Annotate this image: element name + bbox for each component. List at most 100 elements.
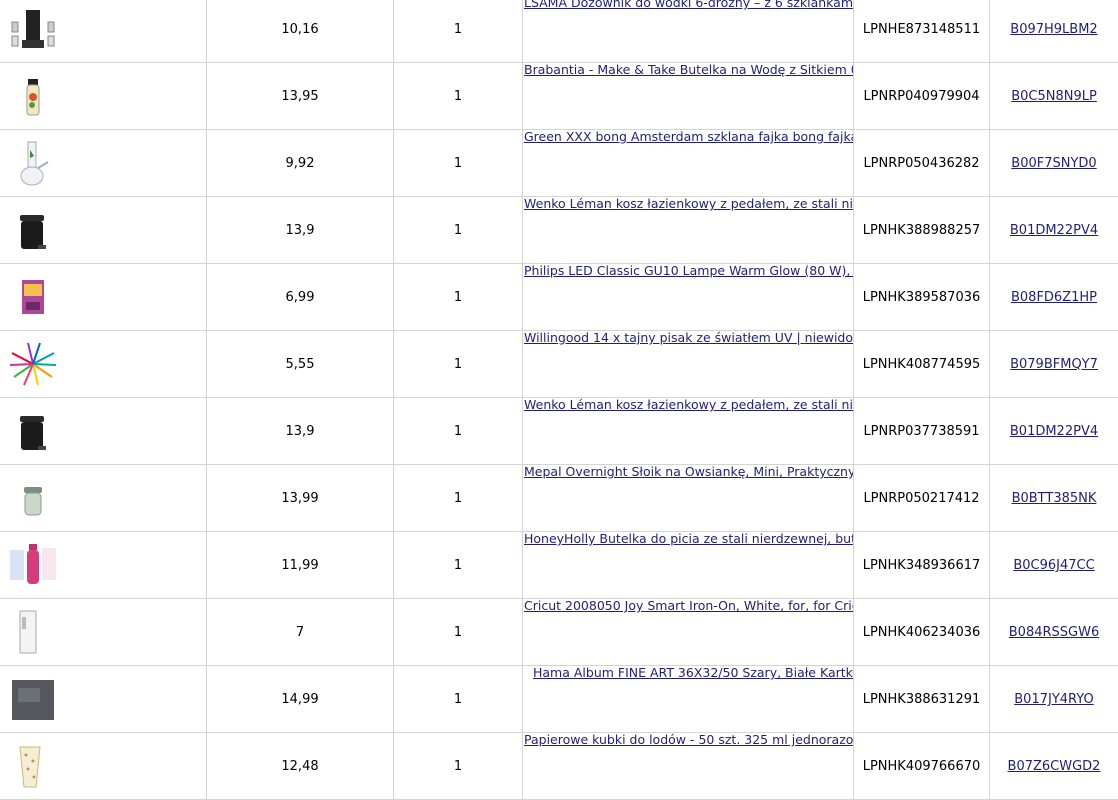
price-cell: 14,99 <box>207 666 394 733</box>
asin-cell: B0C96J47CC <box>990 532 1118 599</box>
product-title-link[interactable]: Papierowe kubki do lodów - 50 szt. 325 m… <box>524 733 853 747</box>
product-title-link[interactable]: Willingood 14 x tajny pisak ze światłem … <box>524 331 853 345</box>
title-cell: Mepal Overnight Słoik na Owsiankę, Mini,… <box>523 465 854 532</box>
lpn-cell: LPNRP040979904 <box>854 63 990 130</box>
product-title-link[interactable]: Philips LED Classic GU10 Lampe Warm Glow… <box>524 264 853 278</box>
table-row: 11,99 1 HoneyHolly Butelka do picia ze sta… <box>0 532 1118 599</box>
table-row: 13,9 1 Wenko Léman kosz łazienkowy z pedał… <box>0 398 1118 465</box>
product-image-cell <box>0 331 207 398</box>
product-image-cell <box>0 733 207 800</box>
lpn-cell: LPNHK408774595 <box>854 331 990 398</box>
asin-link[interactable]: B079BFMQY7 <box>1010 357 1098 372</box>
title-cell: HoneyHolly Butelka do picia ze stali nie… <box>523 532 854 599</box>
quantity-cell: 1 <box>394 264 523 331</box>
price-cell: 13,9 <box>207 197 394 264</box>
lpn-cell: LPNHK388988257 <box>854 197 990 264</box>
asin-cell: B07Z6CWGD2 <box>990 733 1118 800</box>
product-image-cell <box>0 465 207 532</box>
pens-icon <box>8 339 58 389</box>
cups-icon <box>8 741 58 791</box>
title-cell: Green XXX bong Amsterdam szklana fajka b… <box>523 130 854 197</box>
asin-cell: B08FD6Z1HP <box>990 264 1118 331</box>
product-title-link[interactable]: Green XXX bong Amsterdam szklana fajka b… <box>524 130 853 144</box>
price-cell: 13,9 <box>207 398 394 465</box>
asin-link[interactable]: B0BTT385NK <box>1012 491 1097 506</box>
quantity-cell: 1 <box>394 465 523 532</box>
price-cell: 10,16 <box>207 0 394 63</box>
quantity-cell: 1 <box>394 666 523 733</box>
asin-link[interactable]: B0C5N8N9LP <box>1011 89 1097 104</box>
product-title-link[interactable]: HoneyHolly Butelka do picia ze stali nie… <box>524 532 853 546</box>
product-image-cell <box>0 0 207 63</box>
title-cell: Wenko Léman kosz łazienkowy z pedałem, z… <box>523 197 854 264</box>
dispenser-icon <box>8 4 58 54</box>
product-image-cell <box>0 599 207 666</box>
lpn-cell: LPNHK406234036 <box>854 599 990 666</box>
product-title-link[interactable]: Hama Album FINE ART 36X32/50 Szary, Biał… <box>533 666 853 680</box>
asin-cell: B079BFMQY7 <box>990 331 1118 398</box>
table-row: 7 1 Cricut 2008050 Joy Smart Iron-On, Whit… <box>0 599 1118 666</box>
quantity-cell: 1 <box>394 130 523 197</box>
product-image-cell <box>0 398 207 465</box>
asin-cell: B0BTT385NK <box>990 465 1118 532</box>
asin-cell: B084RSSGW6 <box>990 599 1118 666</box>
product-title-link[interactable]: LSAMA Dozownik do wódki 6-drożny – z 6 s… <box>524 0 853 10</box>
asin-link[interactable]: B01DM22PV4 <box>1010 223 1098 238</box>
title-cell: Hama Album FINE ART 36X32/50 Szary, Biał… <box>523 666 854 733</box>
asin-link[interactable]: B084RSSGW6 <box>1009 625 1099 640</box>
table-row: 5,55 1 Willingood 14 x tajny pisak ze świa… <box>0 331 1118 398</box>
lpn-cell: LPNHE873148511 <box>854 0 990 63</box>
asin-cell: B01DM22PV4 <box>990 398 1118 465</box>
product-image-cell <box>0 532 207 599</box>
title-cell: Willingood 14 x tajny pisak ze światłem … <box>523 331 854 398</box>
asin-cell: B097H9LBM2 <box>990 0 1118 63</box>
lpn-cell: LPNHK389587036 <box>854 264 990 331</box>
lpn-cell: LPNRP037738591 <box>854 398 990 465</box>
bin-icon <box>8 205 58 255</box>
product-title-link[interactable]: Wenko Léman kosz łazienkowy z pedałem, z… <box>524 197 853 211</box>
price-cell: 13,95 <box>207 63 394 130</box>
title-cell: Brabantia - Make & Take Butelka na Wodę … <box>523 63 854 130</box>
price-cell: 12,48 <box>207 733 394 800</box>
product-title-link[interactable]: Cricut 2008050 Joy Smart Iron-On, White,… <box>524 599 853 613</box>
title-cell: Papierowe kubki do lodów - 50 szt. 325 m… <box>523 733 854 800</box>
lpn-cell: LPNHK388631291 <box>854 666 990 733</box>
product-title-link[interactable]: Wenko Léman kosz łazienkowy z pedałem, z… <box>524 398 853 412</box>
product-image-cell <box>0 130 207 197</box>
asin-link[interactable]: B0C96J47CC <box>1013 558 1094 573</box>
title-cell: Wenko Léman kosz łazienkowy z pedałem, z… <box>523 398 854 465</box>
lpn-cell: LPNHK348936617 <box>854 532 990 599</box>
quantity-cell: 1 <box>394 599 523 666</box>
product-image-cell <box>0 264 207 331</box>
price-cell: 6,99 <box>207 264 394 331</box>
asin-link[interactable]: B097H9LBM2 <box>1010 22 1097 37</box>
table-row: 9,92 1 Green XXX bong Amsterdam szklana fa… <box>0 130 1118 197</box>
bin-icon <box>8 406 58 456</box>
asin-link[interactable]: B00F7SNYD0 <box>1011 156 1096 171</box>
price-cell: 7 <box>207 599 394 666</box>
lpn-cell: LPNHK409766670 <box>854 733 990 800</box>
lpn-cell: LPNRP050436282 <box>854 130 990 197</box>
asin-link[interactable]: B08FD6Z1HP <box>1011 290 1097 305</box>
title-cell: Philips LED Classic GU10 Lampe Warm Glow… <box>523 264 854 331</box>
title-cell: Cricut 2008050 Joy Smart Iron-On, White,… <box>523 599 854 666</box>
price-cell: 9,92 <box>207 130 394 197</box>
asin-cell: B00F7SNYD0 <box>990 130 1118 197</box>
asin-link[interactable]: B017JY4RYO <box>1014 692 1093 707</box>
product-title-link[interactable]: Brabantia - Make & Take Butelka na Wodę … <box>524 63 853 77</box>
quantity-cell: 1 <box>394 532 523 599</box>
asin-link[interactable]: B01DM22PV4 <box>1010 424 1098 439</box>
product-image-cell <box>0 63 207 130</box>
table-row: 13,9 1 Wenko Léman kosz łazienkowy z pedał… <box>0 197 1118 264</box>
iron-on-roll-icon <box>8 607 58 657</box>
lamp-box-icon <box>8 272 58 322</box>
asin-cell: B017JY4RYO <box>990 666 1118 733</box>
title-cell: LSAMA Dozownik do wódki 6-drożny – z 6 s… <box>523 0 854 63</box>
asin-link[interactable]: B07Z6CWGD2 <box>1008 759 1101 774</box>
table-row: 10,16 1 LSAMA Dozownik do wódki 6-drożny –… <box>0 0 1118 63</box>
price-cell: 5,55 <box>207 331 394 398</box>
price-cell: 11,99 <box>207 532 394 599</box>
bong-icon <box>8 138 58 188</box>
album-icon <box>8 674 58 724</box>
product-title-link[interactable]: Mepal Overnight Słoik na Owsiankę, Mini,… <box>524 465 853 479</box>
